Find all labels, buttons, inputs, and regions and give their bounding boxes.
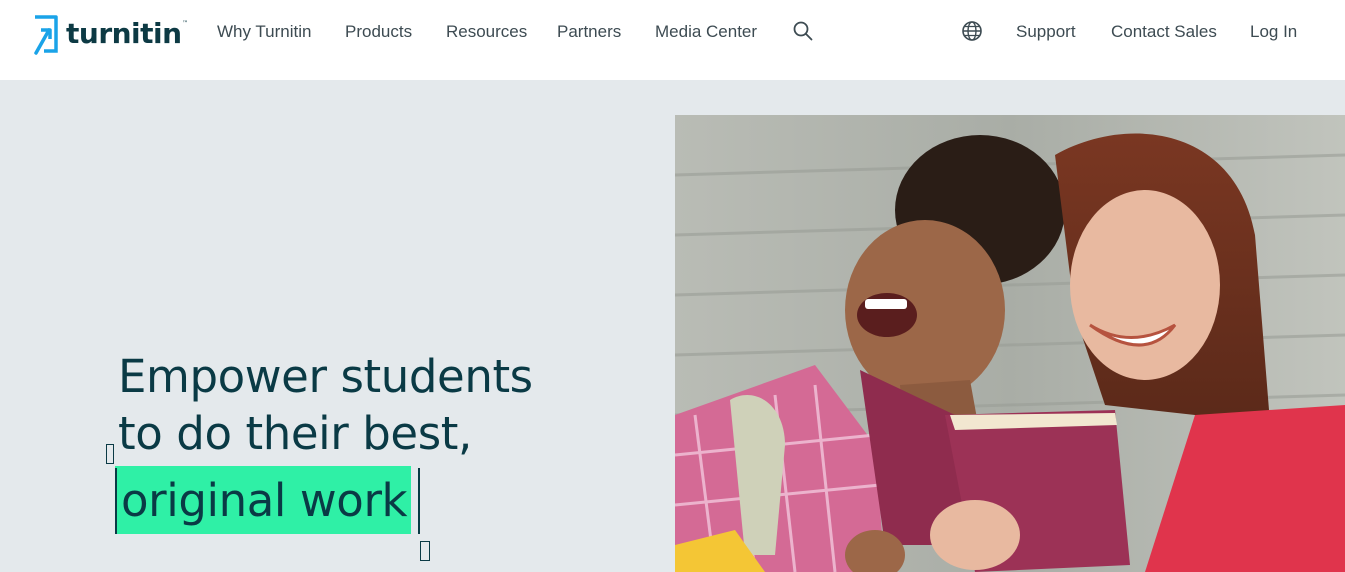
selection-handle-end[interactable] (420, 541, 430, 561)
nav-products[interactable]: Products (345, 22, 412, 42)
logo-mark-icon (34, 15, 58, 55)
highlight-box: original work (115, 466, 412, 534)
hero-photo-students (675, 115, 1345, 572)
hero-line-2: to do their best, (118, 407, 472, 460)
nav-support[interactable]: Support (1016, 22, 1076, 42)
nav-why-turnitin[interactable]: Why Turnitin (217, 22, 311, 42)
search-icon[interactable] (792, 20, 814, 42)
hero-highlight-text: original work (115, 466, 412, 534)
hero-heading: Empower students to do their best, (118, 348, 533, 462)
site-header: turnitin ™ Why Turnitin Products Resource… (0, 0, 1345, 80)
selection-caret-right (418, 468, 420, 534)
nav-partners[interactable]: Partners (557, 22, 621, 42)
hero-line-1: Empower students (118, 350, 533, 403)
selection-handle-start[interactable] (106, 444, 114, 464)
nav-contact-sales[interactable]: Contact Sales (1111, 22, 1217, 42)
selection-caret-left (115, 468, 117, 534)
nav-log-in[interactable]: Log In (1250, 22, 1297, 42)
logo-wordmark: turnitin ™ (66, 16, 188, 50)
nav-resources[interactable]: Resources (446, 22, 527, 42)
turnitin-logo[interactable]: turnitin ™ (30, 12, 188, 56)
globe-icon[interactable] (961, 20, 983, 42)
nav-media-center[interactable]: Media Center (655, 22, 757, 42)
